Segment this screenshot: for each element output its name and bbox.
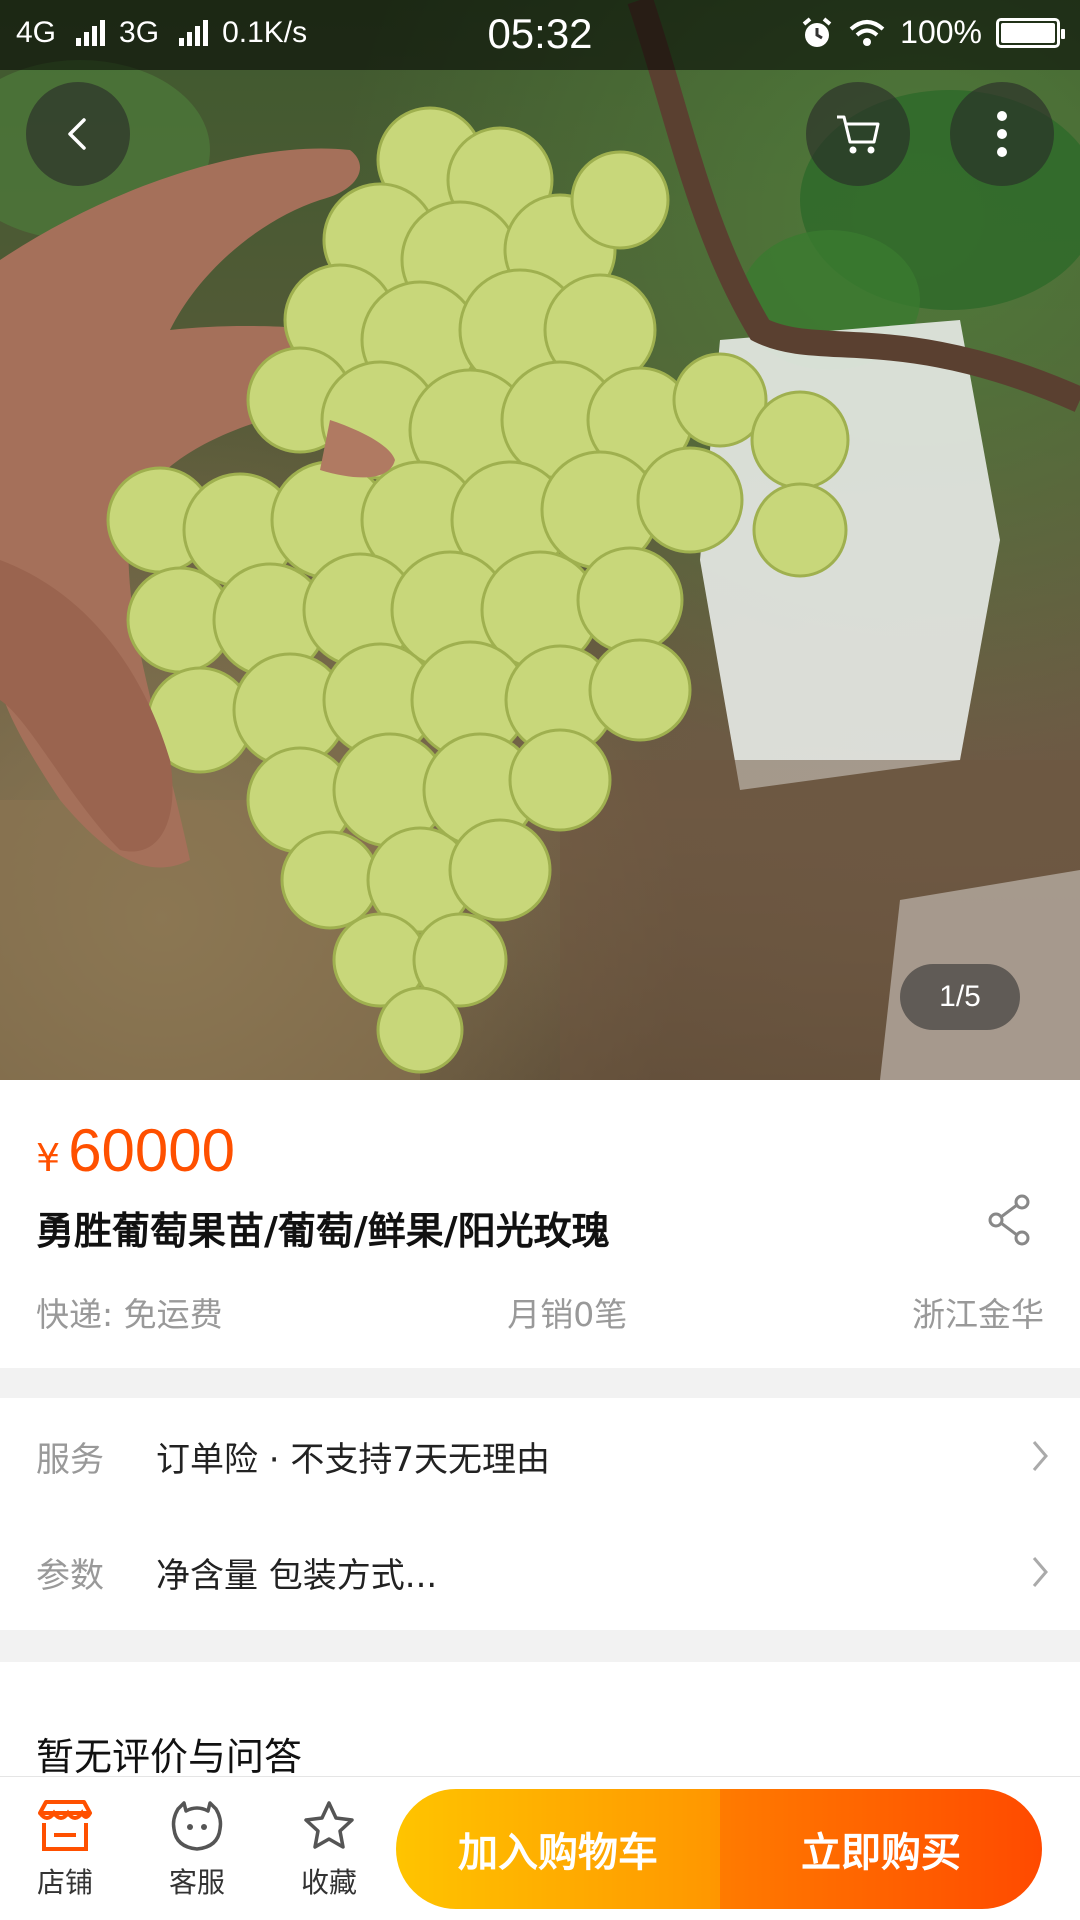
shop-tab[interactable]: 店铺: [10, 1799, 120, 1901]
price: ¥ 60000: [36, 1116, 235, 1185]
reviews-section: 暂无评价与问答: [0, 1662, 1080, 1782]
price-value: 60000: [68, 1117, 236, 1184]
more-button[interactable]: [950, 82, 1054, 186]
shipping-info: 快递: 免运费: [36, 1295, 223, 1334]
grape-photo: [0, 0, 1080, 1080]
service-row[interactable]: 服务 订单险 · 不支持7天无理由: [0, 1398, 1080, 1514]
product-title: 勇胜葡萄果苗/葡萄/鲜果/阳光玫瑰: [36, 1209, 610, 1253]
shop-label: 店铺: [36, 1866, 93, 1899]
alarm-icon: [802, 16, 832, 47]
favorite-tab[interactable]: 收藏: [274, 1799, 384, 1901]
support-tab[interactable]: 客服: [142, 1799, 252, 1901]
image-page-indicator: 1/5: [900, 964, 1020, 1030]
params-value: 净含量 包装方式...: [156, 1555, 438, 1596]
service-section: 服务 订单险 · 不支持7天无理由 参数 净含量 包装方式...: [0, 1398, 1080, 1630]
share-button[interactable]: [984, 1190, 1036, 1250]
service-label: 服务: [36, 1439, 104, 1480]
battery-percent: 100%: [900, 14, 982, 50]
add-to-cart-button[interactable]: 加入购物车: [396, 1789, 720, 1909]
store-icon: [38, 1800, 92, 1851]
params-label: 参数: [36, 1555, 104, 1596]
product-info: ¥ 60000 勇胜葡萄果苗/葡萄/鲜果/阳光玫瑰 快递: 免运费 月销0笔 浙…: [0, 1080, 1080, 1368]
status-bar: 4G 3G 0.1K/s 05:32 100%: [0, 0, 1080, 70]
cart-button[interactable]: [806, 82, 910, 186]
more-vertical-icon: [997, 111, 1007, 157]
buy-now-button[interactable]: 立即购买: [720, 1789, 1042, 1909]
currency-symbol: ¥: [36, 1136, 61, 1180]
favorite-label: 收藏: [300, 1866, 357, 1899]
chevron-right-icon: [1032, 1557, 1048, 1587]
bottom-action-bar: 店铺 客服 收藏 加入购物车 立即购买: [0, 1776, 1080, 1920]
chevron-right-icon: [1032, 1441, 1048, 1471]
location: 浙江金华: [911, 1295, 1044, 1334]
params-row[interactable]: 参数 净含量 包装方式...: [0, 1514, 1080, 1630]
back-button[interactable]: [26, 82, 130, 186]
reviews-title: 暂无评价与问答: [36, 1735, 303, 1779]
product-image[interactable]: [0, 0, 1080, 1080]
battery-icon: [996, 17, 1065, 48]
chevron-left-icon: [68, 118, 86, 150]
star-icon: [304, 1801, 354, 1849]
support-label: 客服: [168, 1866, 225, 1899]
share-icon: [988, 1194, 1030, 1246]
customer-service-icon: [171, 1801, 223, 1851]
service-value: 订单险 · 不支持7天无理由: [156, 1439, 551, 1480]
purchase-buttons: 加入购物车 立即购买: [396, 1789, 1042, 1909]
cart-icon: [837, 115, 880, 154]
system-status: 100%: [800, 14, 1065, 51]
monthly-sales: 月销0笔: [507, 1295, 628, 1334]
product-page: 4G 3G 0.1K/s 05:32 100% 1/5 ¥ 60000 勇胜葡萄…: [0, 0, 1080, 1920]
product-meta: 快递: 免运费 月销0笔 浙江金华: [36, 1288, 1044, 1336]
wifi-icon: [849, 19, 885, 46]
battery-level: [1001, 22, 1055, 43]
